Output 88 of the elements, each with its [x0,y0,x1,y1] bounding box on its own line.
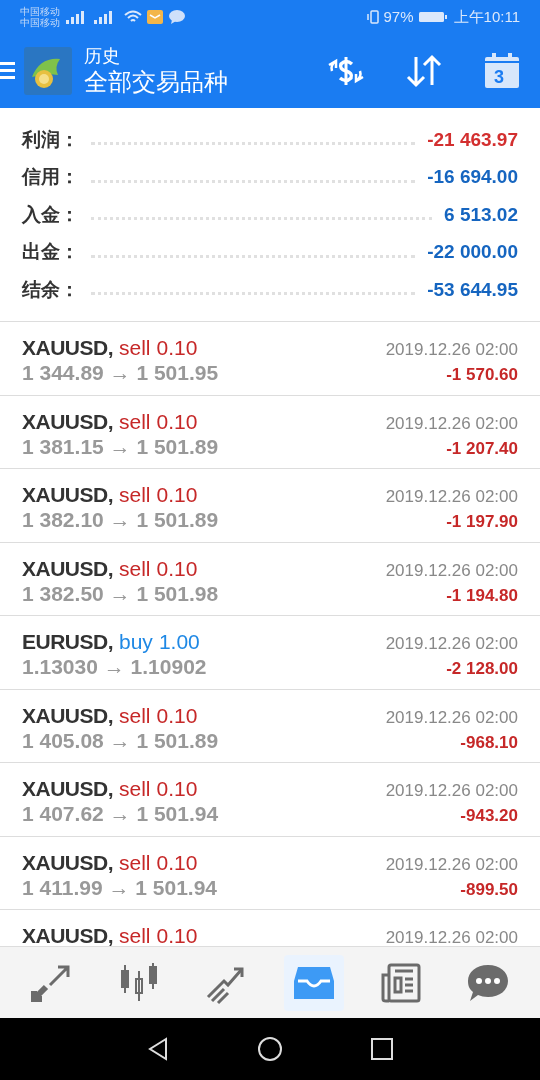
trade-volume: 1.00 [158,629,200,654]
summary-label: 结余： [22,277,79,302]
trade-profit: -899.50 [460,878,518,901]
trade-profit: -968.10 [460,731,518,754]
trade-time: 2019.12.26 02:00 [385,927,518,946]
summary-value: -53 644.95 [427,277,518,302]
trade-side: sell [119,335,151,360]
trade-symbol: XAUUSD, [22,776,113,801]
trade-row[interactable]: XAUUSD, sell 0.10 1 382.10 → 1 501.89 2019.12.26 02:00 -1 197.90 [0,469,540,543]
trade-volume: 0.10 [156,335,198,360]
trade-time: 2019.12.26 02:00 [385,559,518,582]
message-icon [168,9,186,25]
vibrate-icon [365,9,382,25]
trade-prices: 1 382.10 → 1 501.89 [22,507,219,532]
summary-value: -16 694.00 [427,165,518,189]
trade-profit: -943.20 [460,805,518,827]
summary-value: 6 513.02 [444,202,518,227]
trade-side: buy [119,629,153,654]
trade-side: sell [119,702,151,728]
trade-symbol: XAUUSD, [22,335,113,360]
trade-row[interactable]: XAUUSD, sell 0.10 1 405.08 → 1 501.89 2019.12.26 02:00 -968.10 [0,689,540,763]
trade-symbol: XAUUSD, [22,923,113,946]
trade-time: 2019.12.26 02:00 [385,633,518,655]
trade-time: 2019.12.26 02:00 [385,853,518,876]
trade-profit: -2 128.00 [446,658,518,680]
trade-side: sell [119,776,151,801]
trade-profit: -1 194.80 [446,584,518,607]
mail-icon [146,9,164,25]
trade-row[interactable]: XAUUSD, sell 0.10 1 382.50 → 1 501.98 2019.12.26 02:00 -1 194.80 [0,542,540,616]
sort-arrows-icon[interactable] [404,53,444,89]
summary-label: 入金： [22,202,79,227]
trade-volume: 0.10 [156,555,198,581]
summary-label: 出金： [22,240,79,264]
summary-value: -21 463.97 [427,127,518,152]
trade-volume: 0.10 [156,923,198,946]
trade-symbol: XAUUSD, [22,849,113,875]
trade-side: sell [119,923,151,946]
trade-prices: 1 411.99 → 1 501.94 [22,874,217,900]
trade-volume: 0.10 [156,482,198,507]
screen-title: 历史 [84,44,121,68]
trade-profit: -1 207.40 [446,437,518,460]
trade-volume: 0.10 [156,408,198,434]
trade-time: 2019.12.26 02:00 [385,486,518,508]
trade-time: 2019.12.26 02:00 [385,780,518,802]
home-icon[interactable] [257,1036,283,1062]
trade-symbol: XAUUSD, [22,408,113,434]
trade-side: sell [119,849,151,875]
recents-icon[interactable] [369,1036,395,1062]
trade-symbol: EURUSD, [22,629,113,654]
trade-row[interactable]: XAUUSD, sell 0.10 1 407.62 → 1 501.94 2019.12.26 02:00 -943.20 [0,763,540,837]
trade-symbol: XAUUSD, [22,702,113,728]
calendar-day: 3 [494,64,504,91]
menu-icon[interactable] [0,60,16,82]
clock: 上午10:11 [453,6,520,27]
trade-prices: 1.13030 → 1.10902 [22,654,207,679]
trade-side: sell [119,555,151,581]
trade-row[interactable]: EURUSD, buy 1.00 1.13030 → 1.10902 2019.12.26 02:00 -2 128.00 [0,616,540,690]
trade-time: 2019.12.26 02:00 [385,706,518,729]
summary-label: 利润： [22,127,79,152]
trade-prices: 1 407.62 → 1 501.94 [22,801,219,826]
trade-symbol: XAUUSD, [22,555,113,581]
trade-profit: -1 570.60 [446,364,518,386]
summary-value: -22 000.00 [427,240,518,264]
trade-side: sell [119,408,151,434]
trade-row[interactable]: XAUUSD, sell 0.10 1 344.89 → 1 501.95 2019.12.26 02:00 -1 570.60 [0,322,540,396]
trade-volume: 0.10 [156,702,198,728]
battery-percent: 97% [383,6,414,27]
battery-icon [417,10,448,24]
trade-row[interactable]: XAUUSD, sell 0.10 1 381.15 → 1 501.89 2019.12.26 02:00 -1 207.40 [0,395,540,469]
carrier-label: 中国移动 [20,6,60,17]
trade-prices: 1 381.15 → 1 501.89 [22,433,219,459]
carrier-label: 中国移动 [20,17,60,28]
bottom-tab[interactable] [283,954,344,1011]
app-logo-icon [24,47,72,95]
trade-prices: 1 382.50 → 1 501.98 [22,580,219,606]
screen-subtitle: 全部交易品种 [84,67,228,98]
trade-prices: 1 405.08 → 1 501.89 [22,727,219,753]
trade-time: 2019.12.26 02:00 [385,339,518,361]
calendar-icon[interactable] [484,53,520,89]
trade-volume: 0.10 [156,776,198,801]
trade-prices: 1 344.89 → 1 501.95 [22,360,219,385]
trade-profit: -1 197.90 [446,511,518,533]
trade-symbol: XAUUSD, [22,482,113,507]
trade-row[interactable]: XAUUSD, sell 0.10 1 411.99 → 1 501.94 2019.12.26 02:00 -899.50 [0,836,540,910]
trade-volume: 0.10 [156,849,198,875]
trade-time: 2019.12.26 02:00 [385,412,518,435]
trade-side: sell [119,482,151,507]
summary-label: 信用： [22,165,79,189]
